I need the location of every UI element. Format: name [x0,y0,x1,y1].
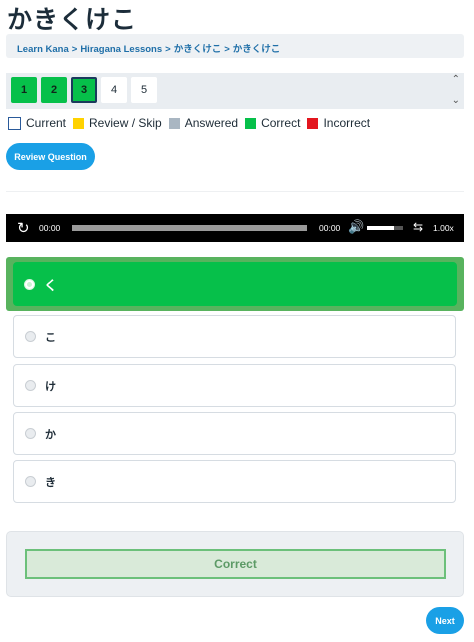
question-navigator: 1 2 3 4 5 ⌃ ⌄ [6,73,464,109]
status-legend: Current Review / Skip Answered Correct I… [8,116,377,130]
playback-speed[interactable]: 1.00x [433,223,454,233]
result-correct-message: Correct [25,549,446,579]
result-panel: Correct [6,531,464,597]
volume-icon[interactable]: 🔊 [348,219,364,235]
legend-current: Current [26,116,67,130]
breadcrumb-lesson[interactable]: かきくけこ [174,44,222,55]
answer-option-2[interactable]: こ [13,315,456,358]
progress-track[interactable] [72,225,307,231]
radio-button[interactable] [25,476,36,487]
selected-answer-highlight: く [6,257,464,311]
answered-swatch [168,117,180,129]
volume-slider[interactable] [367,226,403,230]
question-button-5[interactable]: 5 [131,77,157,103]
breadcrumb-separator: > [165,44,171,55]
loop-icon[interactable]: ⇆ [413,220,423,234]
next-button[interactable]: Next [426,607,464,634]
answer-label: こ [45,330,56,344]
current-swatch [8,116,21,130]
answer-label: く [44,278,58,294]
incorrect-swatch [307,117,319,129]
question-button-1[interactable]: 1 [11,77,37,103]
chevron-down-icon[interactable]: ⌄ [452,95,460,106]
radio-button[interactable] [24,278,35,290]
answer-option-3[interactable]: け [13,364,456,407]
question-button-3[interactable]: 3 [71,77,97,103]
answer-option-1[interactable]: く [13,262,457,306]
audio-player: ↻ 00:00 00:00 🔊 ⇆ 1.00x [6,214,464,242]
replay-icon[interactable]: ↻ [17,219,30,237]
answer-option-4[interactable]: か [13,412,456,455]
breadcrumb-hiragana-lessons[interactable]: Hiragana Lessons [80,44,162,55]
review-question-button[interactable]: Review Question [6,143,95,170]
answer-list: く こ け か き [6,257,464,505]
breadcrumb-learn-kana[interactable]: Learn Kana [17,44,69,55]
divider [6,191,464,192]
correct-swatch [245,117,257,129]
radio-button[interactable] [25,428,36,439]
answer-label: か [45,427,56,441]
breadcrumb-current: かきくけこ [232,44,281,55]
chevron-up-icon[interactable]: ⌃ [452,74,460,85]
duration: 00:00 [319,223,341,233]
legend-answered: Answered [184,116,239,130]
current-time: 00:00 [39,223,61,233]
question-button-4[interactable]: 4 [101,77,127,103]
breadcrumb-separator: > [224,44,230,55]
legend-incorrect: Incorrect [323,116,371,130]
answer-label: け [45,379,56,393]
radio-button[interactable] [25,331,36,342]
legend-correct: Correct [261,116,301,130]
answer-label: き [45,475,56,489]
question-button-2[interactable]: 2 [41,77,67,103]
breadcrumb: Learn Kana > Hiragana Lessons > かきくけこ > かきくけこ [6,34,464,58]
radio-button[interactable] [25,380,36,391]
volume-fill [367,226,394,230]
answer-option-5[interactable]: き [13,460,456,503]
review-swatch [73,117,85,129]
breadcrumb-separator: > [71,44,78,55]
legend-review: Review / Skip [89,116,162,130]
page-title: かきくけこ [7,5,138,34]
